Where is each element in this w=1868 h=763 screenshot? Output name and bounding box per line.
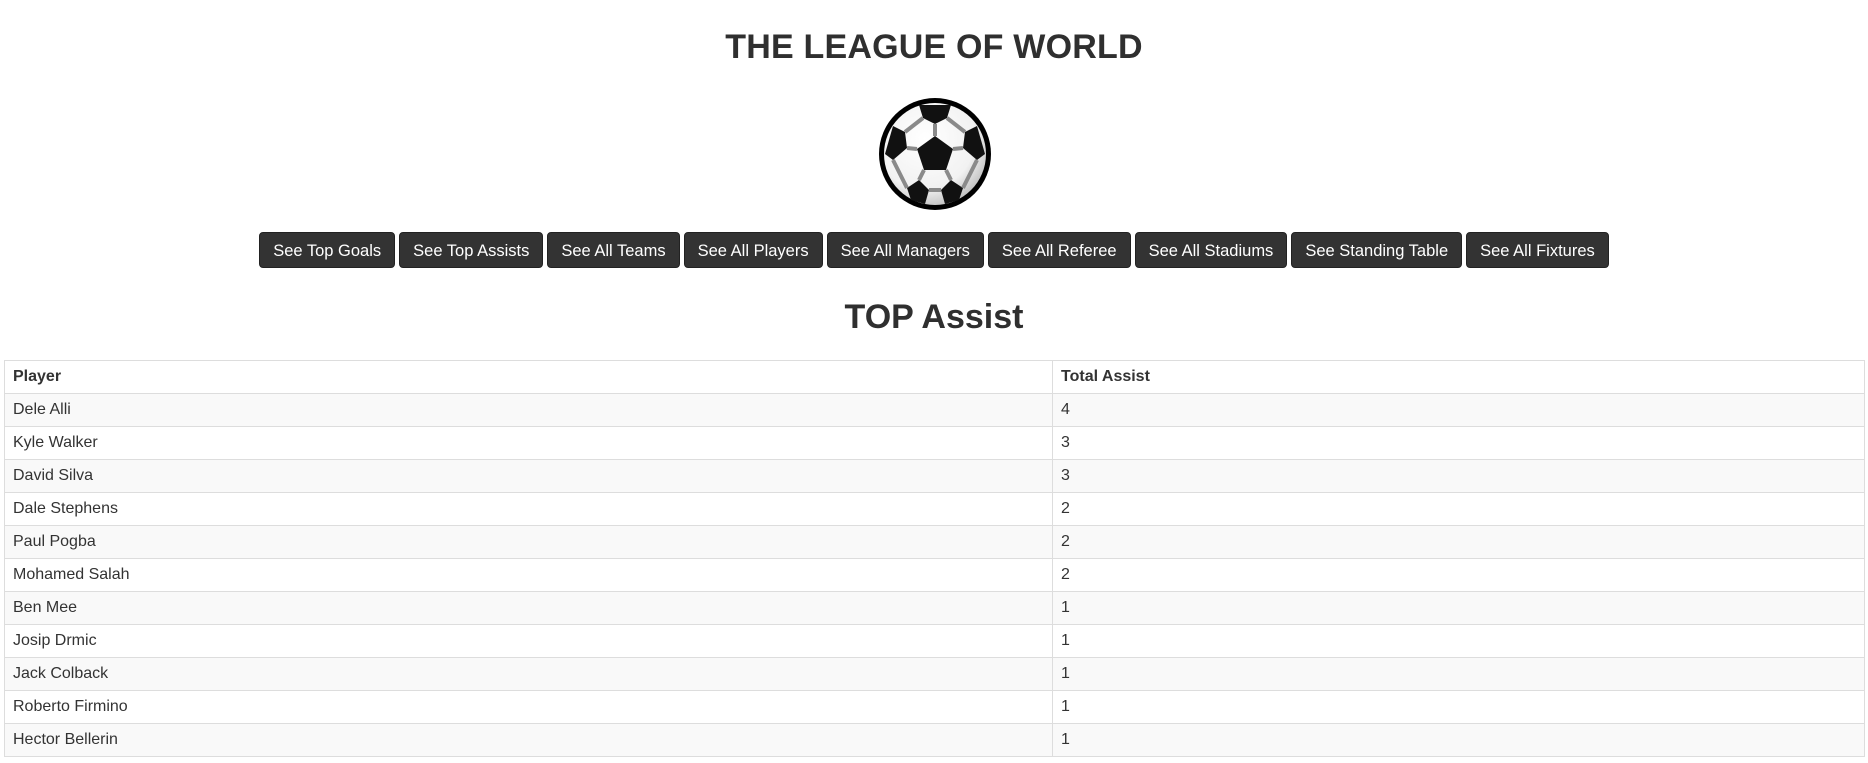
total-assist-cell: 2 <box>1052 525 1865 559</box>
table-row: Hector Bellerin 1 <box>4 723 1865 757</box>
page-title: THE LEAGUE OF WORLD <box>725 28 1143 66</box>
player-name-cell: Mohamed Salah <box>4 558 1053 592</box>
player-name-cell: Dale Stephens <box>4 492 1053 526</box>
table-row: Paul Pogba 2 <box>4 525 1865 559</box>
column-header-total-assist: Total Assist <box>1052 360 1865 394</box>
table-row: Dale Stephens 2 <box>4 492 1865 526</box>
table-row: Ben Mee 1 <box>4 591 1865 625</box>
see-top-assists-button[interactable]: See Top Assists <box>399 232 544 268</box>
total-assist-cell: 1 <box>1052 591 1865 625</box>
total-assist-cell: 1 <box>1052 723 1865 757</box>
table-header-row: Player Total Assist <box>4 360 1865 394</box>
top-assist-table: Player Total Assist Dele Alli 4 Kyle Wal… <box>4 360 1865 757</box>
see-top-goals-button[interactable]: See Top Goals <box>259 232 396 268</box>
player-name-cell: Dele Alli <box>4 393 1053 427</box>
table-row: Mohamed Salah 2 <box>4 558 1865 592</box>
see-all-referee-button[interactable]: See All Referee <box>987 232 1131 268</box>
see-all-teams-button[interactable]: See All Teams <box>547 232 680 268</box>
total-assist-cell: 3 <box>1052 459 1865 493</box>
column-header-player: Player <box>4 360 1053 394</box>
player-name-cell: Hector Bellerin <box>4 723 1053 757</box>
player-name-cell: Paul Pogba <box>4 525 1053 559</box>
player-name-cell: Josip Drmic <box>4 624 1053 658</box>
total-assist-cell: 2 <box>1052 492 1865 526</box>
see-all-managers-button[interactable]: See All Managers <box>826 232 984 268</box>
table-row: Josip Drmic 1 <box>4 624 1865 658</box>
see-all-stadiums-button[interactable]: See All Stadiums <box>1134 232 1288 268</box>
section-title: TOP Assist <box>844 298 1024 336</box>
see-all-players-button[interactable]: See All Players <box>683 232 823 268</box>
main-nav: See Top Goals See Top Assists See All Te… <box>0 232 1868 268</box>
table-row: Kyle Walker 3 <box>4 426 1865 460</box>
table-row: Roberto Firmino 1 <box>4 690 1865 724</box>
player-name-cell: Ben Mee <box>4 591 1053 625</box>
total-assist-cell: 1 <box>1052 624 1865 658</box>
table-row: Jack Colback 1 <box>4 657 1865 691</box>
player-name-cell: Jack Colback <box>4 657 1053 691</box>
total-assist-cell: 4 <box>1052 393 1865 427</box>
total-assist-cell: 1 <box>1052 690 1865 724</box>
see-standing-table-button[interactable]: See Standing Table <box>1291 232 1463 268</box>
player-name-cell: Kyle Walker <box>4 426 1053 460</box>
player-name-cell: Roberto Firmino <box>4 690 1053 724</box>
table-row: David Silva 3 <box>4 459 1865 493</box>
table-row: Dele Alli 4 <box>4 393 1865 427</box>
see-all-fixtures-button[interactable]: See All Fixtures <box>1466 232 1609 268</box>
total-assist-cell: 3 <box>1052 426 1865 460</box>
player-name-cell: David Silva <box>4 459 1053 493</box>
soccer-ball-icon <box>877 96 993 212</box>
total-assist-cell: 2 <box>1052 558 1865 592</box>
total-assist-cell: 1 <box>1052 657 1865 691</box>
